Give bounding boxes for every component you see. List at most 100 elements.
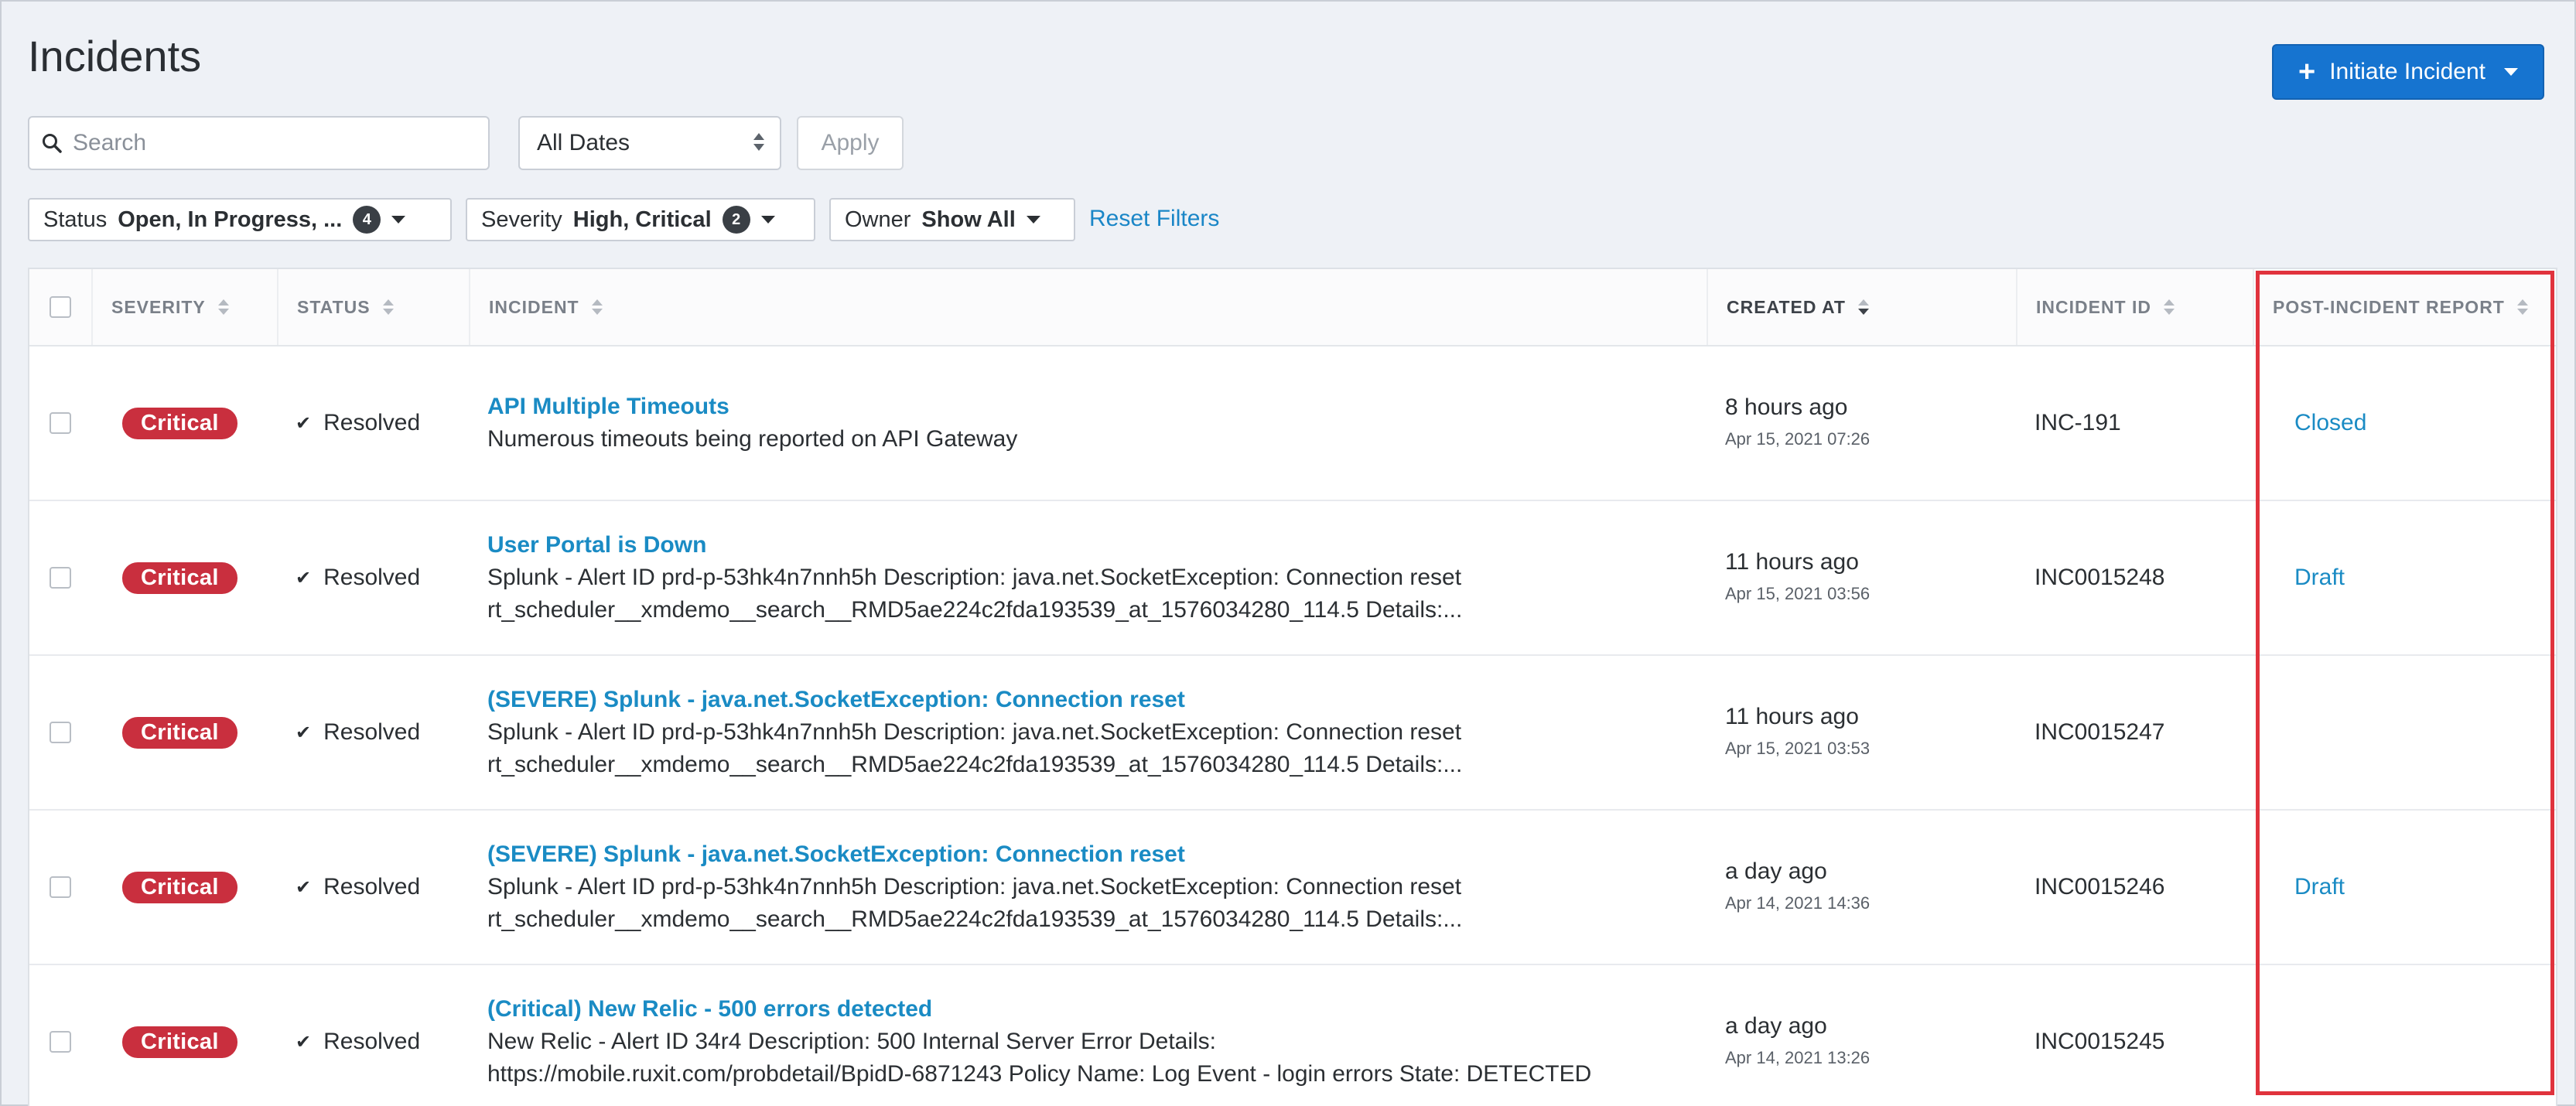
row-checkbox[interactable]	[50, 722, 71, 743]
chevron-down-icon	[2504, 68, 2518, 76]
column-post-incident-report-label: POST-INCIDENT REPORT	[2273, 296, 2505, 317]
incident-id: INC0015246	[2034, 874, 2165, 899]
date-range-select[interactable]: All Dates	[518, 116, 781, 170]
status-text: Resolved	[323, 719, 421, 745]
row-checkbox[interactable]	[50, 567, 71, 589]
checkmark-icon: ✔	[296, 412, 312, 434]
status-text: Resolved	[323, 565, 421, 590]
incident-title-link[interactable]: (SEVERE) Splunk - java.net.SocketExcepti…	[487, 838, 1185, 871]
checkmark-icon: ✔	[296, 567, 312, 589]
incident-id: INC-191	[2034, 410, 2121, 435]
incident-description: Splunk - Alert ID prd-p-53hk4n7nnh5h Des…	[487, 719, 1463, 777]
date-range-value: All Dates	[537, 130, 630, 155]
select-all-cell	[29, 269, 93, 345]
created-absolute: Apr 15, 2021 03:56	[1725, 584, 1871, 603]
table-header: SEVERITY STATUS INCIDENT CREATED AT INCI…	[29, 269, 2556, 346]
post-incident-report-link[interactable]: Closed	[2254, 410, 2366, 436]
column-created-at[interactable]: CREATED AT	[1708, 269, 2017, 345]
column-created-at-label: CREATED AT	[1727, 296, 1846, 317]
chevron-down-icon	[760, 216, 775, 224]
checkmark-icon: ✔	[296, 1031, 312, 1053]
status-filter-label: Status	[43, 207, 108, 232]
column-severity[interactable]: SEVERITY	[93, 269, 278, 345]
incident-id: INC0015245	[2034, 1029, 2165, 1054]
severity-badge: Critical	[122, 407, 237, 439]
severity-badge: Critical	[122, 871, 237, 903]
column-incident-label: INCIDENT	[489, 296, 579, 317]
row-checkbox[interactable]	[50, 412, 71, 434]
status-filter-value: Open, In Progress, ...	[118, 207, 343, 232]
select-all-checkbox[interactable]	[50, 296, 71, 318]
status-filter-count: 4	[353, 206, 381, 234]
owner-filter-value: Show All	[921, 207, 1016, 232]
initiate-incident-label: Initiate Incident	[2329, 59, 2485, 84]
reset-filters-link[interactable]: Reset Filters	[1089, 206, 1219, 232]
column-status[interactable]: STATUS	[278, 269, 470, 345]
status-text: Resolved	[323, 410, 421, 435]
incident-id: INC0015247	[2034, 719, 2165, 745]
select-arrows-icon	[753, 133, 764, 151]
created-relative: 11 hours ago	[1725, 549, 1859, 575]
status-filter-chip[interactable]: Status Open, In Progress, ... 4	[28, 198, 452, 241]
apply-button[interactable]: Apply	[797, 116, 904, 170]
severity-filter-label: Severity	[481, 207, 562, 232]
status-text: Resolved	[323, 874, 421, 899]
table-row[interactable]: Critical ✔ Resolved (SEVERE) Splunk - ja…	[29, 811, 2556, 965]
incident-description: Splunk - Alert ID prd-p-53hk4n7nnh5h Des…	[487, 874, 1463, 932]
incident-title-link[interactable]: User Portal is Down	[487, 529, 706, 562]
created-relative: a day ago	[1725, 859, 1827, 884]
owner-filter-label: Owner	[845, 207, 911, 232]
severity-badge: Critical	[122, 562, 237, 594]
incident-title-link[interactable]: (SEVERE) Splunk - java.net.SocketExcepti…	[487, 684, 1185, 716]
owner-filter-chip[interactable]: Owner Show All	[829, 198, 1075, 241]
created-absolute: Apr 14, 2021 14:36	[1725, 893, 1871, 913]
chevron-down-icon	[391, 216, 406, 224]
post-incident-report-link[interactable]: Draft	[2254, 874, 2345, 900]
column-incident[interactable]: INCIDENT	[470, 269, 1708, 345]
row-checkbox[interactable]	[50, 1031, 71, 1053]
column-incident-id[interactable]: INCIDENT ID	[2017, 269, 2254, 345]
incident-title-link[interactable]: API Multiple Timeouts	[487, 391, 729, 423]
incidents-table: SEVERITY STATUS INCIDENT CREATED AT INCI…	[28, 268, 2557, 1106]
search-input[interactable]	[73, 130, 475, 156]
sort-icon	[382, 299, 394, 315]
chevron-down-icon	[1026, 216, 1040, 224]
checkmark-icon: ✔	[296, 876, 312, 898]
search-icon	[43, 134, 62, 153]
created-absolute: Apr 15, 2021 07:26	[1725, 429, 1871, 449]
incident-id: INC0015248	[2034, 565, 2165, 590]
post-incident-report-link[interactable]: Draft	[2254, 565, 2345, 591]
sort-icon	[2516, 299, 2528, 315]
column-status-label: STATUS	[297, 296, 371, 317]
created-relative: 11 hours ago	[1725, 704, 1859, 729]
sort-icon	[591, 299, 603, 315]
severity-filter-value: High, Critical	[572, 207, 712, 232]
sort-icon	[2164, 299, 2175, 315]
initiate-incident-button[interactable]: + Initiate Incident	[2272, 44, 2544, 100]
severity-filter-count: 2	[722, 206, 750, 234]
table-row[interactable]: Critical ✔ Resolved API Multiple Timeout…	[29, 346, 2556, 501]
severity-badge: Critical	[122, 1026, 237, 1058]
created-relative: 8 hours ago	[1725, 394, 1848, 420]
column-severity-label: SEVERITY	[111, 296, 206, 317]
row-checkbox[interactable]	[50, 876, 71, 898]
column-post-incident-report[interactable]: POST-INCIDENT REPORT	[2254, 269, 2556, 345]
table-row[interactable]: Critical ✔ Resolved (Critical) New Relic…	[29, 965, 2556, 1106]
page-title: Incidents	[28, 32, 202, 80]
checkmark-icon: ✔	[296, 722, 312, 743]
table-row[interactable]: Critical ✔ Resolved User Portal is Down …	[29, 501, 2556, 656]
column-incident-id-label: INCIDENT ID	[2036, 296, 2151, 317]
created-absolute: Apr 15, 2021 03:53	[1725, 739, 1871, 758]
search-box[interactable]	[28, 116, 490, 170]
plus-icon: +	[2298, 56, 2316, 88]
created-relative: a day ago	[1725, 1013, 1827, 1039]
table-row[interactable]: Critical ✔ Resolved (SEVERE) Splunk - ja…	[29, 656, 2556, 811]
incident-description: Numerous timeouts being reported on API …	[487, 426, 1018, 452]
severity-filter-chip[interactable]: Severity High, Critical 2	[466, 198, 815, 241]
sort-icon	[217, 299, 229, 315]
severity-badge: Critical	[122, 716, 237, 749]
status-text: Resolved	[323, 1029, 421, 1054]
incident-description: Splunk - Alert ID prd-p-53hk4n7nnh5h Des…	[487, 565, 1463, 623]
incident-title-link[interactable]: (Critical) New Relic - 500 errors detect…	[487, 993, 932, 1026]
created-absolute: Apr 14, 2021 13:26	[1725, 1048, 1871, 1067]
